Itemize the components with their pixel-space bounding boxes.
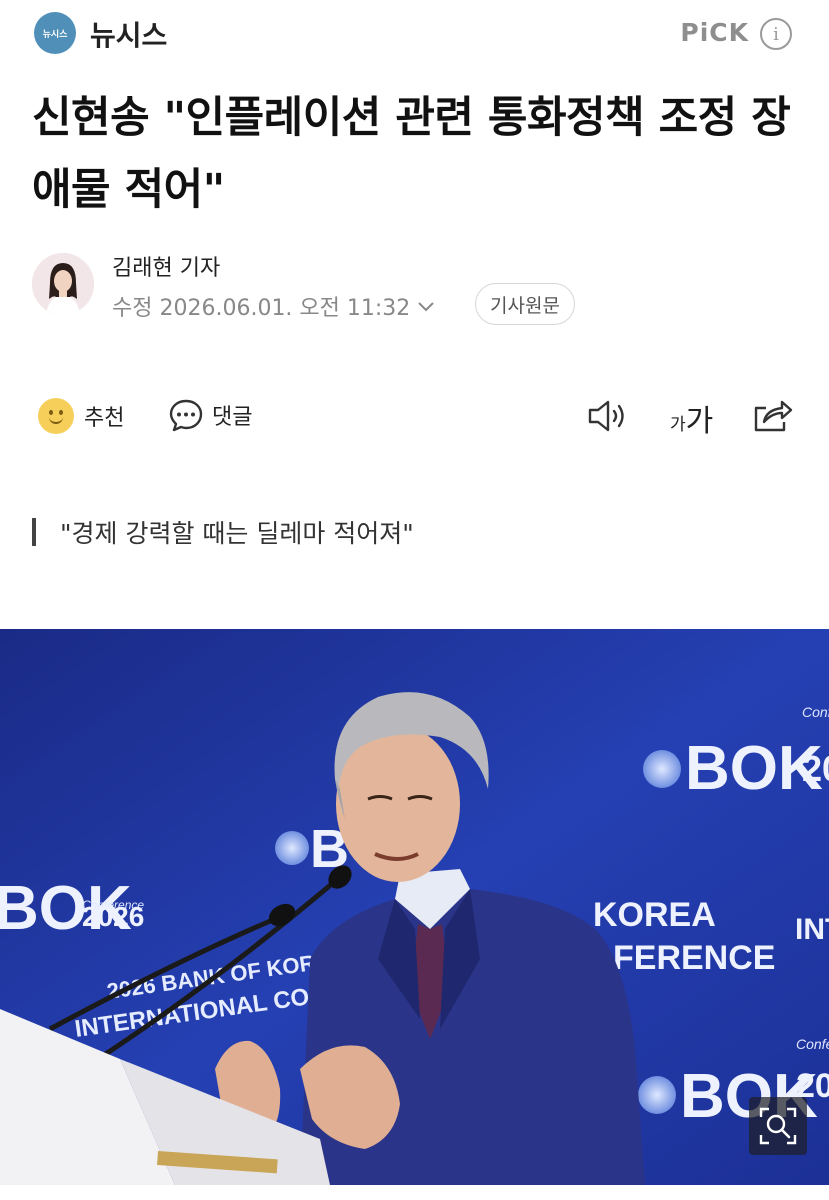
pick-badge: PiCK — [680, 18, 749, 47]
comment-button[interactable]: 댓글 — [168, 398, 252, 432]
article-timestamp[interactable]: 수정 2026.06.01. 오전 11:32 — [112, 290, 435, 322]
signage-korea: KOREA — [593, 896, 716, 934]
font-size-small-label: 가 — [670, 414, 686, 435]
reporter-name[interactable]: 김래현 기자 — [112, 250, 220, 282]
signage-year-left: 2026 — [82, 901, 144, 932]
zoom-icon — [759, 1107, 797, 1145]
article-headline: 신현송 "인플레이션 관련 통화정책 조정 장애물 적어" — [32, 93, 791, 215]
recommend-label: 추천 — [84, 406, 125, 431]
action-bar: 추천 댓글 가 가 — [0, 388, 829, 444]
smiley-icon — [38, 398, 74, 434]
speaker-photo-illustration: BOK Conference 2026 B BOK Conference 202… — [0, 629, 829, 1185]
signage-inter: INTER — [795, 913, 829, 946]
zoom-button[interactable] — [749, 1097, 807, 1155]
comment-label: 댓글 — [212, 405, 253, 430]
font-size-large-label: 가 — [685, 404, 714, 439]
article-subheadline: "경제 강력할 때는 딜레마 적어져" — [32, 514, 414, 550]
signage-ference: FERENCE — [613, 939, 775, 977]
subheadline-text: "경제 강력할 때는 딜레마 적어져" — [60, 519, 414, 548]
share-icon[interactable] — [752, 396, 794, 434]
bok-logo-icon — [643, 750, 681, 788]
timestamp-text: 수정 2026.06.01. 오전 11:32 — [112, 296, 411, 321]
article-photo[interactable]: BOK Conference 2026 B BOK Conference 202… — [0, 629, 829, 1185]
top-bar: 뉴시스 뉴시스 PiCK i — [0, 0, 829, 70]
speaker-icon[interactable] — [586, 398, 630, 434]
signage-year-right: 2026 — [802, 748, 829, 789]
recommend-button[interactable]: 추천 — [38, 398, 124, 434]
signage-conference-lower: Conference — [796, 1036, 829, 1052]
signage-conference-small: Conference — [802, 704, 829, 720]
chevron-down-icon[interactable] — [418, 297, 435, 316]
original-article-button[interactable]: 기사원문 — [475, 283, 575, 325]
press-name[interactable]: 뉴시스 — [90, 14, 167, 54]
bok-logo-lower-icon — [638, 1076, 676, 1114]
comment-bubble-icon — [169, 399, 203, 432]
info-icon[interactable]: i — [760, 18, 792, 50]
bok-logo-mid-icon — [275, 831, 309, 865]
reporter-avatar[interactable] — [32, 253, 94, 315]
quote-bar — [32, 518, 36, 546]
font-size-button[interactable]: 가 가 — [670, 396, 713, 440]
press-logo[interactable]: 뉴시스 — [34, 12, 76, 54]
